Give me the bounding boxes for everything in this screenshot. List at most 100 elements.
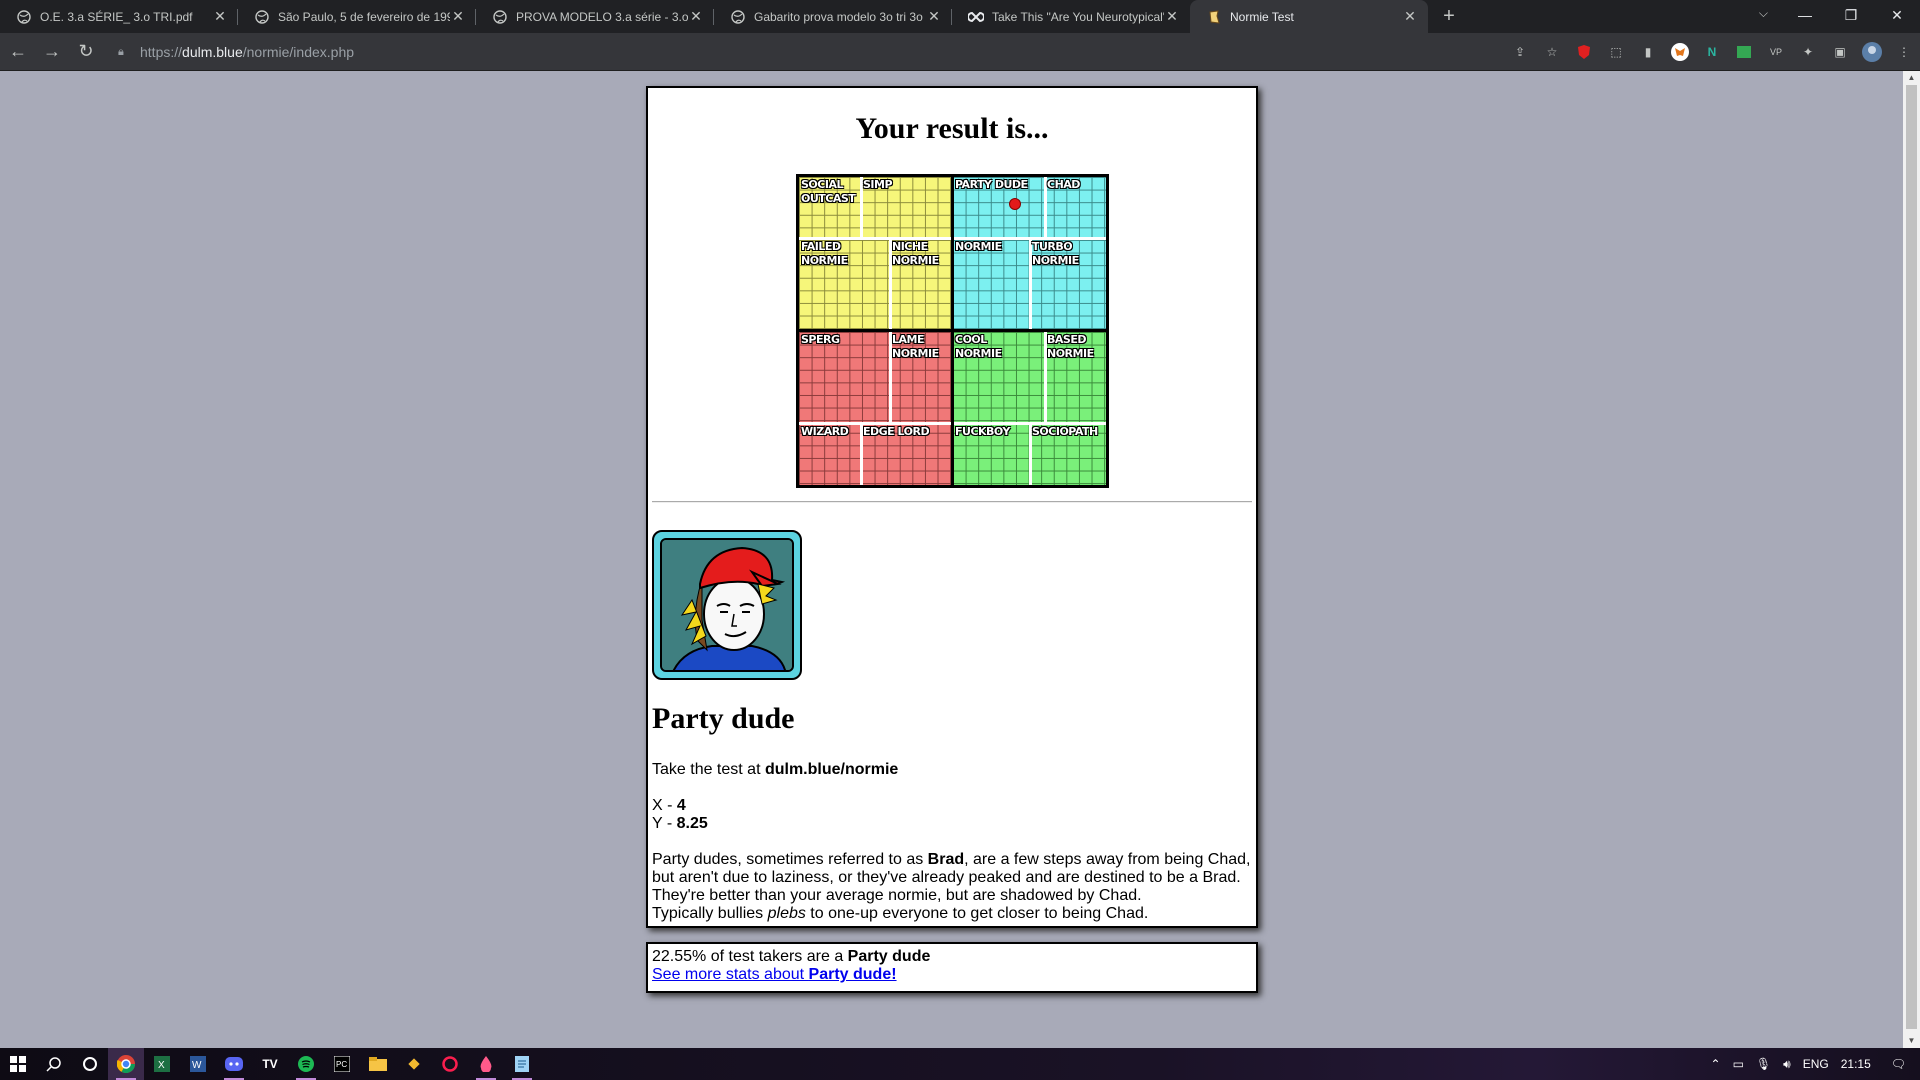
divider (652, 501, 1252, 503)
more-stats-link[interactable]: See more stats about Party dude! (652, 966, 897, 983)
network-icon[interactable]: ▭ (1733, 1057, 1744, 1071)
image-extension-icon[interactable] (1732, 40, 1756, 64)
file-explorer-icon[interactable] (360, 1048, 396, 1080)
close-tab-icon[interactable]: ✕ (212, 8, 228, 25)
label-failed-normie: FAILED NORMIE (801, 240, 848, 267)
tab-search-chevron-icon[interactable]: ⌵ (1759, 6, 1768, 21)
new-tab-button[interactable]: + (1434, 0, 1464, 33)
more-stats-prefix: See more stats about (652, 966, 809, 983)
opera-gx-icon[interactable] (432, 1048, 468, 1080)
profile-avatar[interactable] (1860, 40, 1884, 64)
tradingview-icon[interactable]: TV (252, 1048, 288, 1080)
tab-sao-paulo[interactable]: São Paulo, 5 de fevereiro de 199 ✕ (238, 0, 476, 33)
globe-icon (492, 9, 508, 25)
excel-icon[interactable]: X (144, 1048, 180, 1080)
x-value: 4 (676, 797, 686, 814)
cortana-icon[interactable] (72, 1048, 108, 1080)
x-label: X - (652, 797, 677, 814)
language-indicator[interactable]: ENG (1803, 1057, 1829, 1071)
close-tab-icon[interactable]: ✕ (926, 8, 942, 25)
globe-icon (730, 9, 746, 25)
svg-text:W: W (192, 1060, 202, 1071)
notepad-icon[interactable] (504, 1048, 540, 1080)
desc-brad: Brad (927, 851, 965, 868)
notifications-icon[interactable]: 🗨︎ (1891, 1057, 1906, 1071)
desc-part-1: Party dudes, sometimes referred to as (652, 851, 928, 868)
normie-compass-grid: SOCIAL OUTCAST SIMP PARTY DUDE CHAD FAIL… (796, 174, 1109, 488)
reload-button[interactable]: ↻ (70, 36, 102, 68)
tab-title: Normie Test (1230, 9, 1294, 24)
normie-favicon-icon (1206, 9, 1222, 25)
metamask-extension-icon[interactable] (1668, 40, 1692, 64)
scroll-down-arrow-icon[interactable]: ▼ (1903, 1034, 1920, 1048)
stats-type-name: Party dude (847, 948, 931, 965)
close-tab-icon[interactable]: ✕ (450, 8, 466, 25)
tab-gabarito[interactable]: Gabarito prova modelo 3o tri 3o ✕ (714, 0, 952, 33)
scrollbar-thumb[interactable] (1906, 85, 1917, 1029)
result-description: Party dudes, sometimes referred to as Br… (652, 851, 1256, 923)
side-panel-icon[interactable]: ▣ (1828, 40, 1852, 64)
windows-start-icon[interactable] (0, 1048, 36, 1080)
globe-icon (254, 9, 270, 25)
x-coordinate: X - 4 (652, 797, 1256, 815)
clock[interactable]: 21:15 (1841, 1057, 1871, 1071)
menu-kebab-icon[interactable]: ⋮ (1892, 40, 1916, 64)
label-turbo-normie: TURBO NORMIE (1032, 240, 1079, 267)
more-stats-type: Party dude! (808, 966, 897, 983)
vpn-extension-icon[interactable]: VP (1764, 40, 1788, 64)
y-label: Y - (652, 815, 677, 832)
app-drop-icon[interactable] (468, 1048, 504, 1080)
desc-part-3b: to one-up everyone to get closer to bein… (805, 905, 1149, 922)
extensions-puzzle-icon[interactable]: ✦ (1796, 40, 1820, 64)
url-host: dulm.blue (182, 44, 243, 60)
n-extension-icon[interactable]: N (1700, 40, 1724, 64)
label-chad: CHAD (1047, 178, 1080, 191)
result-character-name: Party dude (652, 702, 795, 735)
word-icon[interactable]: W (180, 1048, 216, 1080)
tab-title: Take This "Are You Neurotypical" (992, 9, 1164, 24)
page-scrollbar[interactable]: ▲ ▼ (1903, 71, 1920, 1048)
tab-title: São Paulo, 5 de fevereiro de 199 (278, 9, 450, 24)
minimize-button[interactable]: — (1782, 0, 1828, 30)
tab-oe-pdf[interactable]: O.E. 3.a SÉRIE_ 3.o TRI.pdf ✕ (0, 0, 238, 33)
screenshot-extension-icon[interactable]: ⬚ (1604, 40, 1628, 64)
browser-toolbar: ← → ↻ 🔒︎ https://dulm.blue/normie/index.… (0, 33, 1920, 71)
ublock-extension-icon[interactable] (1572, 40, 1596, 64)
label-cool-normie: COOL NORMIE (955, 333, 1002, 360)
party-dude-portrait-icon (660, 538, 794, 672)
close-tab-icon[interactable]: ✕ (1164, 8, 1180, 25)
forward-button[interactable]: → (36, 36, 68, 68)
take-test-line: Take the test at dulm.blue/normie (652, 761, 1256, 779)
binance-icon[interactable] (396, 1048, 432, 1080)
share-icon[interactable]: ⇪ (1508, 40, 1532, 64)
page-title: Your result is... (855, 112, 1049, 145)
tray-chevron-icon[interactable]: ⌃ (1711, 1057, 1721, 1071)
chrome-taskbar-icon[interactable] (108, 1048, 144, 1080)
bookmark-star-icon[interactable]: ☆ (1540, 40, 1564, 64)
discord-icon[interactable] (216, 1048, 252, 1080)
scroll-up-arrow-icon[interactable]: ▲ (1903, 71, 1920, 85)
restore-button[interactable]: ❐ (1828, 0, 1874, 30)
tab-neurotypical[interactable]: Take This "Are You Neurotypical" ✕ (952, 0, 1190, 33)
tab-prova-modelo[interactable]: PROVA MODELO 3.a série - 3.o t ✕ (476, 0, 714, 33)
lock-icon[interactable]: 🔒︎ (118, 46, 132, 59)
stats-percent-line: 22.55% of test takers are a Party dude (652, 948, 1252, 966)
pycharm-icon[interactable]: PC (324, 1048, 360, 1080)
label-edge-lord: EDGE LORD (863, 425, 930, 438)
label-based-normie: BASED NORMIE (1047, 333, 1094, 360)
microphone-icon[interactable]: 🎙︎ (1756, 1057, 1771, 1071)
close-window-button[interactable]: ✕ (1874, 0, 1920, 30)
extension-icon[interactable]: ▮ (1636, 40, 1660, 64)
address-bar[interactable]: 🔒︎ https://dulm.blue/normie/index.php (104, 36, 1544, 68)
spotify-icon[interactable] (288, 1048, 324, 1080)
back-button[interactable]: ← (2, 36, 34, 68)
close-tab-icon[interactable]: ✕ (688, 8, 704, 25)
search-icon[interactable] (36, 1048, 72, 1080)
windows-taskbar: X W TV PC ⌃ ▭ 🎙︎ 🔊︎ ENG 21:15 🗨︎ (0, 1048, 1920, 1080)
volume-icon[interactable]: 🔊︎ (1783, 1057, 1791, 1072)
close-tab-icon[interactable]: ✕ (1402, 8, 1418, 25)
tab-title: PROVA MODELO 3.a série - 3.o t (516, 9, 688, 24)
label-sociopath: SOCIOPATH (1032, 425, 1098, 438)
take-test-link: dulm.blue/normie (764, 761, 899, 778)
tab-normie-test[interactable]: Normie Test ✕ (1190, 0, 1428, 33)
